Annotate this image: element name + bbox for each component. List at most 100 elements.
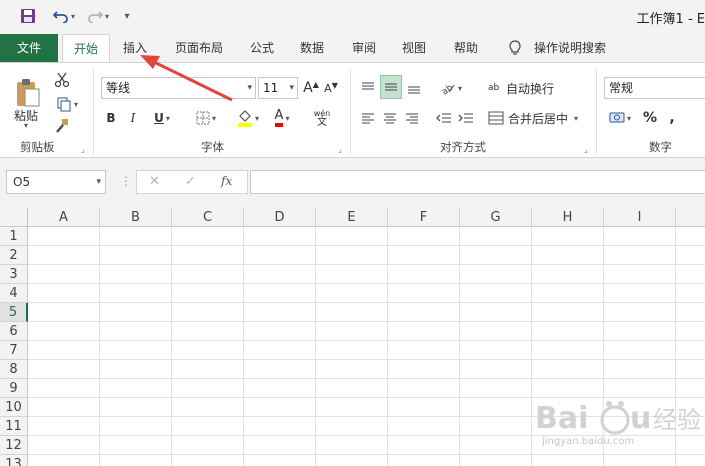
column-header[interactable]: F xyxy=(388,208,460,227)
dialog-launcher-icon[interactable]: ⌟ xyxy=(338,145,347,154)
formula-input[interactable] xyxy=(250,170,705,194)
number-format-combo[interactable]: 常规 xyxy=(604,77,705,99)
row-header[interactable]: 7 xyxy=(0,341,28,360)
select-all-corner[interactable] xyxy=(0,208,28,227)
italic-button[interactable]: I xyxy=(124,107,142,129)
row-header[interactable]: 8 xyxy=(0,360,28,379)
tab-view[interactable]: 视图 xyxy=(394,34,434,62)
tab-file[interactable]: 文件 xyxy=(0,34,58,62)
chevron-down-icon: ▾ xyxy=(457,83,462,93)
tab-page-layout[interactable]: 页面布局 xyxy=(168,34,230,62)
column-header-partial[interactable] xyxy=(676,208,705,227)
cancel-icon[interactable]: ✕ xyxy=(149,174,160,189)
chevron-down-icon: ▾ xyxy=(289,83,294,93)
dialog-launcher-icon[interactable]: ⌟ xyxy=(584,145,593,154)
orientation-button[interactable]: ab ▾ xyxy=(436,77,466,99)
ribbon-tabs: 文件 开始 插入 页面布局 公式 数据 审阅 视图 帮助 操作说明搜索 xyxy=(0,34,705,62)
save-icon[interactable] xyxy=(18,6,38,26)
align-middle-button[interactable] xyxy=(380,75,402,99)
tell-me-search[interactable]: 操作说明搜索 xyxy=(530,34,610,62)
align-left-icon xyxy=(362,113,374,124)
number-format-value: 常规 xyxy=(609,81,634,95)
decrease-indent-button[interactable] xyxy=(434,107,454,129)
column-header[interactable]: I xyxy=(604,208,676,227)
tab-data[interactable]: 数据 xyxy=(292,34,332,62)
wrap-text-button[interactable]: ab 自动换行 xyxy=(488,77,560,99)
row-header[interactable]: 1 xyxy=(0,227,28,246)
row-header[interactable]: 3 xyxy=(0,265,28,284)
fill-color-button[interactable]: ▾ xyxy=(232,107,264,129)
merge-center-button[interactable]: 合并后居中 ▾ xyxy=(488,107,584,129)
row-header[interactable]: 6 xyxy=(0,322,28,341)
column-header[interactable]: A xyxy=(28,208,100,227)
text-orientation-icon: ab xyxy=(440,83,455,95)
underline-button[interactable]: U ▾ xyxy=(146,107,178,129)
tab-home[interactable]: 开始 xyxy=(62,34,110,62)
chevron-down-icon: ▾ xyxy=(165,113,170,123)
gridline-vertical xyxy=(387,227,388,466)
align-right-button[interactable] xyxy=(402,107,422,129)
bold-button[interactable]: B xyxy=(102,107,120,129)
column-header[interactable]: D xyxy=(244,208,316,227)
align-bottom-button[interactable] xyxy=(404,77,424,99)
lightbulb-icon[interactable] xyxy=(504,34,526,62)
insert-function-icon[interactable]: fx xyxy=(221,174,232,188)
tab-formulas[interactable]: 公式 xyxy=(242,34,282,62)
group-label-clipboard: 剪贴板 xyxy=(20,140,55,154)
shrink-font-label: A xyxy=(324,81,332,95)
row-header[interactable]: 5 xyxy=(0,303,28,322)
increase-indent-button[interactable] xyxy=(456,107,476,129)
font-size-combo[interactable]: 11 ▾ xyxy=(258,77,298,99)
align-top-button[interactable] xyxy=(358,77,378,99)
align-left-button[interactable] xyxy=(358,107,378,129)
chevron-down-icon: ▾ xyxy=(70,11,75,21)
column-header[interactable]: G xyxy=(460,208,532,227)
font-color-button[interactable]: A ▾ xyxy=(266,107,298,129)
phonetic-guide-button[interactable]: wén 文 xyxy=(306,107,338,129)
redo-button[interactable]: ▾ xyxy=(84,6,112,26)
align-right-icon xyxy=(406,113,418,124)
row-header[interactable]: 2 xyxy=(0,246,28,265)
column-header[interactable]: E xyxy=(316,208,388,227)
font-name-combo[interactable]: 等线 ▾ xyxy=(101,77,256,99)
grow-font-button[interactable]: A ▲ xyxy=(302,77,320,99)
enter-icon[interactable]: ✓ xyxy=(185,174,196,189)
row-header[interactable]: 10 xyxy=(0,398,28,417)
accounting-format-button[interactable]: ▾ xyxy=(604,107,636,129)
shrink-font-button[interactable]: A ▼ xyxy=(322,77,340,99)
column-header[interactable]: H xyxy=(532,208,604,227)
tab-help[interactable]: 帮助 xyxy=(444,34,488,62)
dialog-launcher-icon[interactable]: ⌟ xyxy=(81,145,90,154)
paintbrush-icon xyxy=(56,119,68,133)
paint-bucket-icon xyxy=(237,110,252,127)
chevron-down-icon: ▾ xyxy=(96,177,101,187)
undo-button[interactable]: ▾ xyxy=(50,6,78,26)
column-header[interactable]: B xyxy=(100,208,172,227)
borders-button[interactable]: ▾ xyxy=(190,107,222,129)
percent-style-button[interactable]: % xyxy=(640,107,660,129)
name-box[interactable]: O5 ▾ xyxy=(6,170,106,194)
font-size-value: 11 xyxy=(263,81,279,95)
row-header[interactable]: 4 xyxy=(0,284,28,303)
row-header[interactable]: 9 xyxy=(0,379,28,398)
svg-text:u: u xyxy=(630,401,651,436)
tab-review[interactable]: 审阅 xyxy=(344,34,384,62)
formula-bar: O5 ▾ ⋮ ✕ ✓ fx xyxy=(0,158,705,208)
row-header[interactable]: 11 xyxy=(0,417,28,436)
column-header[interactable]: C xyxy=(172,208,244,227)
undo-icon xyxy=(52,11,68,23)
cut-button[interactable] xyxy=(52,69,72,91)
customize-qat-icon[interactable]: ▾ xyxy=(120,6,134,26)
more-options-icon[interactable]: ⋮ xyxy=(120,174,132,188)
chevron-down-icon: ▾ xyxy=(574,113,579,123)
row-header[interactable]: 13 xyxy=(0,455,28,466)
tab-insert[interactable]: 插入 xyxy=(114,34,156,62)
comma-style-button[interactable]: , xyxy=(664,107,680,129)
gridline-vertical xyxy=(99,227,100,466)
align-center-button[interactable] xyxy=(380,107,400,129)
gridline-vertical xyxy=(459,227,460,466)
row-header[interactable]: 12 xyxy=(0,436,28,455)
format-painter-button[interactable] xyxy=(52,115,72,137)
window-title: 工作簿1 - E xyxy=(636,12,705,27)
copy-button[interactable]: ▾ xyxy=(52,93,82,115)
